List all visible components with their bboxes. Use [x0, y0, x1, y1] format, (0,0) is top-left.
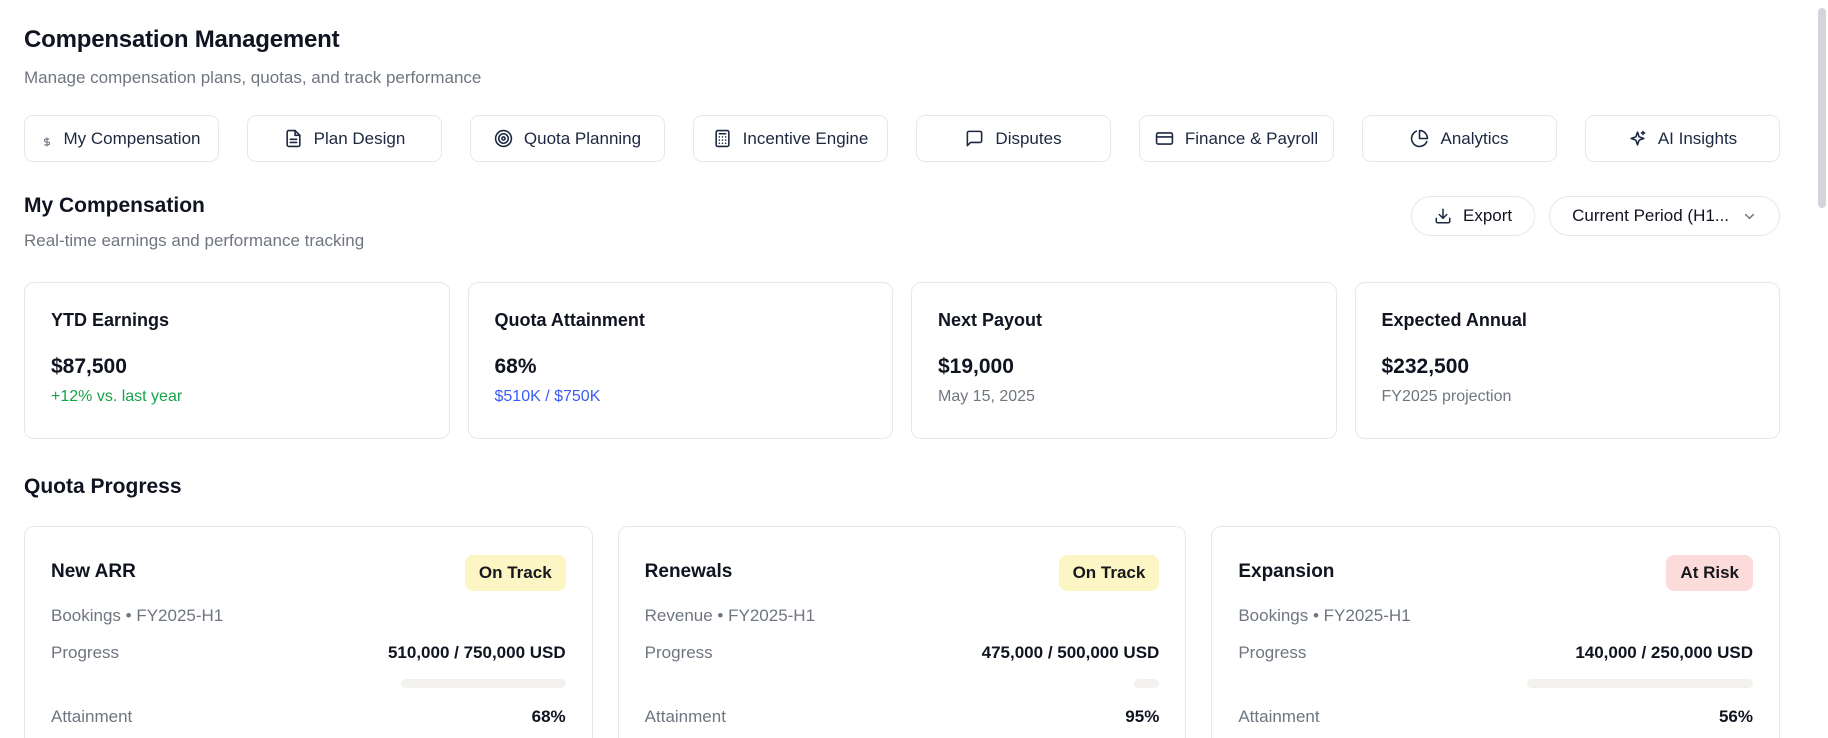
stat-value: $19,000: [938, 355, 1014, 378]
tab-quota-planning[interactable]: Quota Planning: [470, 115, 665, 162]
quota-name: Renewals: [644, 561, 733, 582]
status-badge: On Track: [464, 555, 566, 591]
tab-plan-design[interactable]: Plan Design: [247, 115, 442, 162]
section-actions: Export Current Period (H1...: [1411, 196, 1780, 236]
progress-bar-remaining: [1526, 679, 1753, 688]
tab-ai-insights[interactable]: AI Insights: [1585, 115, 1780, 162]
export-button[interactable]: Export: [1411, 196, 1536, 236]
section-title: My Compensation: [24, 194, 205, 217]
tab-incentive-engine[interactable]: Incentive Engine: [693, 115, 888, 162]
tab-label: Finance & Payroll: [1184, 128, 1319, 148]
progress-bar: [1238, 679, 1753, 688]
tab-label: Quota Planning: [523, 128, 642, 148]
tab-label: My Compensation: [63, 128, 201, 148]
attainment-label: Attainment: [1238, 707, 1320, 726]
stat-card-next-payout: Next Payout $19,000 May 15, 2025: [911, 282, 1337, 439]
tab-label: Analytics: [1440, 128, 1509, 148]
page-subtitle: Manage compensation plans, quotas, and t…: [24, 68, 482, 87]
pie-chart-icon: [1411, 129, 1429, 148]
main-tabbar: My Compensation Plan Design Quota Planni…: [24, 115, 1780, 162]
stat-card-quota-attainment: Quota Attainment 68% $510K / $750K: [467, 282, 893, 439]
stat-label: YTD Earnings: [51, 310, 170, 330]
quota-meta: Revenue • FY2025-H1: [644, 606, 816, 625]
stat-label: Expected Annual: [1381, 310, 1527, 330]
progress-value: 140,000 / 250,000 USD: [1575, 643, 1753, 662]
tab-label: Plan Design: [313, 128, 406, 148]
progress-label: Progress: [1238, 643, 1307, 662]
message-square-icon: [967, 130, 983, 147]
progress-bar: [645, 679, 1160, 688]
quota-progress-title: Quota Progress: [24, 475, 182, 498]
tab-analytics[interactable]: Analytics: [1362, 115, 1557, 162]
page-title: Compensation Management: [24, 26, 340, 53]
stat-card-ytd-earnings: YTD Earnings $87,500 +12% vs. last year: [24, 282, 450, 439]
progress-value: 475,000 / 500,000 USD: [981, 643, 1160, 662]
attainment-label: Attainment: [51, 707, 133, 726]
stat-subtext: May 15, 2025: [938, 388, 1035, 405]
tab-finance-payroll[interactable]: Finance & Payroll: [1139, 115, 1334, 162]
tab-label: AI Insights: [1657, 128, 1738, 148]
status-badge: On Track: [1058, 555, 1160, 591]
tab-label: Disputes: [995, 128, 1062, 148]
export-label: Export: [1463, 206, 1513, 225]
calculator-icon: [715, 129, 730, 148]
stat-card-expected-annual: Expected Annual $232,500 FY2025 projecti…: [1354, 282, 1780, 439]
attainment-value: 56%: [1718, 707, 1753, 726]
tab-my-compensation[interactable]: My Compensation: [24, 115, 219, 162]
quota-name: Expansion: [1238, 561, 1335, 582]
progress-value: 510,000 / 750,000 USD: [387, 643, 566, 662]
credit-card-icon: [1155, 132, 1174, 145]
stat-cards: YTD Earnings $87,500 +12% vs. last year …: [24, 282, 1780, 439]
stat-subtext: FY2025 projection: [1381, 388, 1512, 405]
period-label: Current Period (H1...: [1572, 206, 1729, 225]
tab-disputes[interactable]: Disputes: [916, 115, 1111, 162]
section-header: My Compensation Real-time earnings and p…: [24, 194, 1780, 251]
download-icon: [1435, 208, 1451, 224]
quota-meta: Bookings • FY2025-H1: [1238, 606, 1411, 625]
chevron-down-icon: [1744, 213, 1755, 219]
attainment-value: 95%: [1125, 707, 1160, 726]
stat-subtext: $510K / $750K: [494, 388, 601, 405]
stat-label: Next Payout: [938, 310, 1043, 330]
status-badge: At Risk: [1666, 555, 1753, 591]
quota-card-expansion: Expansion At Risk Bookings • FY2025-H1 P…: [1211, 526, 1780, 738]
stat-label: Quota Attainment: [494, 310, 645, 330]
progress-bar: [51, 679, 566, 688]
vertical-scrollbar[interactable]: [1818, 8, 1826, 208]
progress-bar-remaining: [1133, 679, 1160, 688]
attainment-label: Attainment: [644, 707, 726, 726]
dollar-sign-icon: [44, 136, 51, 147]
quota-card-renewals: Renewals On Track Revenue • FY2025-H1 Pr…: [617, 526, 1187, 738]
quota-name: New ARR: [51, 561, 136, 582]
stat-value: $232,500: [1381, 355, 1470, 378]
quota-meta: Bookings • FY2025-H1: [51, 606, 224, 625]
attainment-value: 68%: [531, 707, 566, 726]
stat-subtext: +12% vs. last year: [51, 388, 183, 405]
stat-value: $87,500: [51, 355, 127, 378]
section-subtitle: Real-time earnings and performance track…: [24, 231, 365, 250]
progress-label: Progress: [644, 643, 713, 662]
progress-bar-remaining: [400, 679, 566, 688]
period-select[interactable]: Current Period (H1...: [1549, 196, 1780, 236]
quota-cards: New ARR On Track Bookings • FY2025-H1 Pr…: [24, 526, 1780, 738]
target-icon: [494, 129, 513, 148]
sparkles-icon: [1630, 130, 1646, 146]
stat-value: 68%: [494, 355, 537, 378]
compensation-management-page: Compensation Management Manage compensat…: [0, 0, 1804, 738]
quota-card-new-arr: New ARR On Track Bookings • FY2025-H1 Pr…: [24, 526, 593, 738]
progress-label: Progress: [51, 643, 120, 662]
tab-label: Incentive Engine: [742, 128, 869, 148]
file-text-icon: [286, 129, 301, 148]
